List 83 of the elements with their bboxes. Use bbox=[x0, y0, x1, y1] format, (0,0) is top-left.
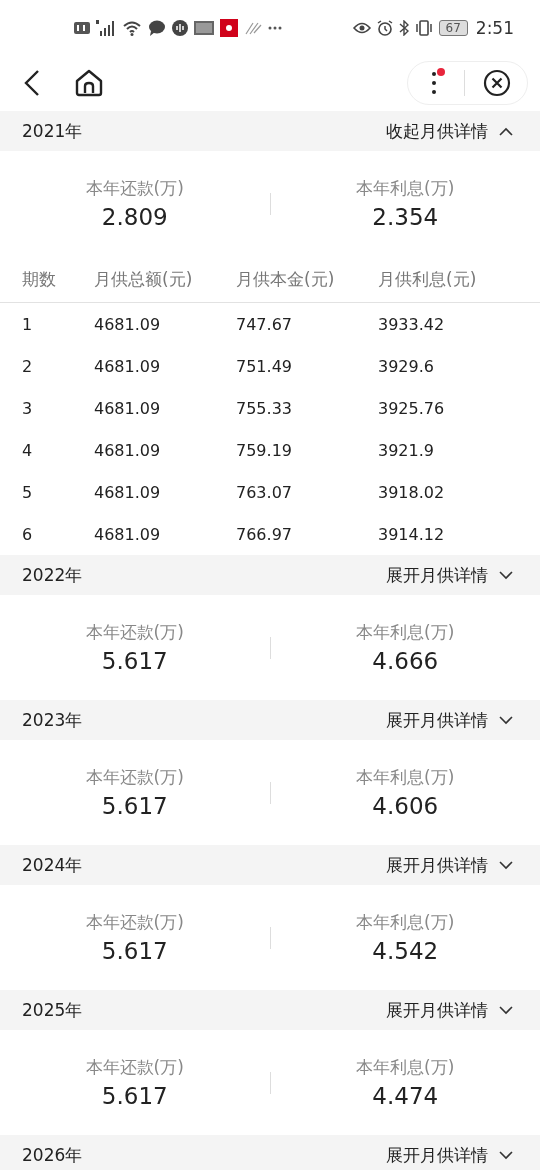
table-cell-text: 3929.6 bbox=[378, 356, 435, 376]
caret-icon bbox=[498, 715, 514, 725]
column-header: 月供本金(元) bbox=[236, 267, 336, 291]
caret-icon bbox=[498, 860, 514, 870]
summary-value: 4.542 bbox=[372, 938, 439, 964]
table-cell-text: 3921.9 bbox=[378, 440, 435, 460]
table-cell-text: 4681.09 bbox=[94, 356, 162, 376]
summary-label: 本年还款(万) bbox=[85, 766, 184, 789]
table-cell-text: 4681.09 bbox=[94, 440, 162, 460]
table-cell-text: 1 bbox=[22, 314, 34, 334]
eye-icon bbox=[352, 21, 371, 34]
table-cell-text: 4681.09 bbox=[94, 314, 162, 334]
table-cell-text: 4681.09 bbox=[94, 482, 162, 502]
column-header: 月供总额(元) bbox=[94, 267, 194, 291]
summary-label: 本年利息(万) bbox=[356, 1056, 455, 1079]
caret-icon bbox=[498, 1150, 514, 1160]
column-header: 月供利息(元) bbox=[378, 267, 478, 291]
year-label: 2026年 bbox=[22, 1143, 83, 1167]
summary-value: 5.617 bbox=[101, 793, 168, 819]
year-label: 2021年 bbox=[22, 119, 83, 143]
summary-label: 本年利息(万) bbox=[356, 766, 455, 789]
summary-label: 本年利息(万) bbox=[356, 911, 455, 934]
battery-level: 67 bbox=[438, 19, 468, 36]
toggle-details-button[interactable]: 展开月供详情 bbox=[386, 853, 514, 877]
table-cell-text: 3933.42 bbox=[378, 314, 446, 334]
table-cell-text: 4681.09 bbox=[94, 524, 162, 544]
table-cell-text: 747.67 bbox=[236, 314, 293, 334]
record-icon bbox=[220, 18, 238, 37]
summary-value: 2.809 bbox=[101, 204, 168, 230]
toggle-details-button[interactable]: 收起月供详情 bbox=[386, 119, 514, 143]
news-icon bbox=[194, 20, 214, 35]
chat-icon bbox=[148, 19, 166, 36]
year-label: 2023年 bbox=[22, 708, 83, 732]
year-label: 2025年 bbox=[22, 998, 83, 1022]
summary-value: 4.474 bbox=[372, 1083, 439, 1109]
year-label: 2024年 bbox=[22, 853, 83, 877]
table-cell-text: 2 bbox=[22, 356, 34, 376]
close-button[interactable] bbox=[483, 69, 511, 97]
vibrate-icon bbox=[414, 19, 433, 36]
summary-value: 2.354 bbox=[372, 204, 439, 230]
table-cell-text: 4 bbox=[22, 440, 34, 460]
table-cell-text: 763.07 bbox=[236, 482, 293, 502]
table-cell-text: 3925.76 bbox=[378, 398, 446, 418]
alarm-icon bbox=[376, 19, 393, 36]
clock-time: 2:51 bbox=[475, 17, 514, 38]
toggle-details-button[interactable]: 展开月供详情 bbox=[386, 998, 514, 1022]
table-cell-text: 5 bbox=[22, 482, 34, 502]
more-icon bbox=[268, 25, 282, 30]
summary-value: 4.666 bbox=[372, 648, 439, 674]
table-cell-text: 4681.09 bbox=[94, 398, 162, 418]
bluetooth-icon bbox=[398, 19, 409, 36]
caret-icon bbox=[498, 126, 514, 136]
table-cell-text: 751.49 bbox=[236, 356, 293, 376]
signal-icon bbox=[96, 19, 116, 36]
table-cell-text: 3 bbox=[22, 398, 34, 418]
summary-label: 本年还款(万) bbox=[85, 911, 184, 934]
summary-label: 本年还款(万) bbox=[85, 621, 184, 644]
summary-value: 5.617 bbox=[101, 938, 168, 964]
hd-icon bbox=[74, 20, 90, 35]
table-cell-text: 3914.12 bbox=[378, 524, 446, 544]
table-cell-text: 6 bbox=[22, 524, 34, 544]
year-label: 2022年 bbox=[22, 563, 83, 587]
home-button[interactable] bbox=[74, 68, 104, 98]
summary-label: 本年利息(万) bbox=[356, 177, 455, 200]
wifi-icon bbox=[122, 19, 142, 36]
summary-label: 本年还款(万) bbox=[85, 1056, 184, 1079]
table-cell-text: 3918.02 bbox=[378, 482, 446, 502]
summary-value: 5.617 bbox=[101, 1083, 168, 1109]
caret-icon bbox=[498, 1005, 514, 1015]
table-cell-text: 755.33 bbox=[236, 398, 293, 418]
toggle-details-button[interactable]: 展开月供详情 bbox=[386, 563, 514, 587]
summary-label: 本年还款(万) bbox=[85, 177, 184, 200]
summary-value: 5.617 bbox=[101, 648, 168, 674]
summary-label: 本年利息(万) bbox=[356, 621, 455, 644]
back-button[interactable] bbox=[24, 69, 40, 97]
toggle-details-button[interactable]: 展开月供详情 bbox=[386, 1143, 514, 1167]
audio-icon bbox=[172, 19, 188, 36]
table-cell-text: 766.97 bbox=[236, 524, 293, 544]
summary-value: 4.606 bbox=[372, 793, 439, 819]
column-header: 期数 bbox=[22, 267, 57, 291]
table-cell-text: 759.19 bbox=[236, 440, 293, 460]
caret-icon bbox=[498, 570, 514, 580]
toggle-details-button[interactable]: 展开月供详情 bbox=[386, 708, 514, 732]
